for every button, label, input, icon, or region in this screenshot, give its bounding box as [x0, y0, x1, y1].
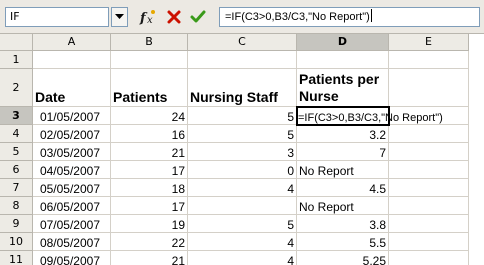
column-header-b[interactable]: B: [111, 34, 188, 51]
cell-b1[interactable]: [111, 51, 188, 69]
cell-a3[interactable]: 01/05/2007: [33, 107, 111, 125]
cell-a11[interactable]: 09/05/2007: [33, 251, 111, 265]
cell-a4[interactable]: 02/05/2007: [33, 125, 111, 143]
cell-b5[interactable]: 21: [111, 143, 188, 161]
cell-c10[interactable]: 4: [188, 233, 297, 251]
cell-d4[interactable]: 3.2: [297, 125, 389, 143]
cell-c4[interactable]: 5: [188, 125, 297, 143]
cell-a8[interactable]: 06/05/2007: [33, 197, 111, 215]
cell-a5[interactable]: 03/05/2007: [33, 143, 111, 161]
cell-b9[interactable]: 19: [111, 215, 188, 233]
cell-a2[interactable]: Date: [33, 69, 111, 107]
row-header-1[interactable]: 1: [0, 51, 33, 69]
column-header-d[interactable]: D: [297, 34, 389, 51]
cell-b7[interactable]: 18: [111, 179, 188, 197]
cell-b4[interactable]: 16: [111, 125, 188, 143]
row-header-10[interactable]: 10: [0, 233, 33, 251]
cell-e10[interactable]: [389, 233, 469, 251]
cell-e9[interactable]: [389, 215, 469, 233]
cell-b2[interactable]: Patients: [111, 69, 188, 107]
cell-a7[interactable]: 05/05/2007: [33, 179, 111, 197]
column-header-e[interactable]: E: [389, 34, 469, 51]
row-header-4[interactable]: 4: [0, 125, 33, 143]
cell-c6[interactable]: 0: [188, 161, 297, 179]
cancel-icon[interactable]: [165, 8, 183, 26]
cell-b3[interactable]: 24: [111, 107, 188, 125]
cell-e11[interactable]: [389, 251, 469, 265]
column-header-a[interactable]: A: [33, 34, 111, 51]
cell-a10[interactable]: 08/05/2007: [33, 233, 111, 251]
text-caret: [370, 9, 372, 22]
cell-d3[interactable]: =IF(C3>0,B3/C3,"No Report"): [296, 106, 443, 126]
cell-a6[interactable]: 04/05/2007: [33, 161, 111, 179]
cell-d10[interactable]: 5.5: [297, 233, 389, 251]
sheet: A B C D E 1 2 Date Patients Nursing Staff Patients…: [0, 34, 484, 265]
cell-e4[interactable]: [389, 125, 469, 143]
row-header-9[interactable]: 9: [0, 215, 33, 233]
cell-a9[interactable]: 07/05/2007: [33, 215, 111, 233]
cell-c1[interactable]: [188, 51, 297, 69]
formula-text: =IF(C3>0,B3/C3,"No Report"): [225, 11, 370, 23]
cell-c3[interactable]: 5: [188, 107, 297, 125]
spreadsheet-grid: A B C D E 1 2 Date Patients Nursing Staff Patients…: [0, 34, 484, 265]
svg-text:x: x: [147, 15, 153, 26]
cell-d2[interactable]: Patients per Nurse: [297, 69, 389, 107]
row-header-7[interactable]: 7: [0, 179, 33, 197]
function-wizard-icon[interactable]: f x: [139, 8, 157, 26]
cell-e8[interactable]: [389, 197, 469, 215]
row-header-6[interactable]: 6: [0, 161, 33, 179]
cell-e2[interactable]: [389, 69, 469, 107]
cell-e6[interactable]: [389, 161, 469, 179]
row-header-5[interactable]: 5: [0, 143, 33, 161]
cell-d6[interactable]: No Report: [297, 161, 389, 179]
cell-d7[interactable]: 4.5: [297, 179, 389, 197]
cell-c2[interactable]: Nursing Staff: [188, 69, 297, 107]
cell-d9[interactable]: 3.8: [297, 215, 389, 233]
row-header-11[interactable]: 11: [0, 251, 33, 265]
row-header-2[interactable]: 2: [0, 69, 33, 107]
cell-b8[interactable]: 17: [111, 197, 188, 215]
row-header-3[interactable]: 3: [0, 107, 33, 125]
name-box[interactable]: IF: [5, 7, 109, 27]
cell-c5[interactable]: 3: [188, 143, 297, 161]
cell-d11[interactable]: 5.25: [297, 251, 389, 265]
cell-d1[interactable]: [297, 51, 389, 69]
chevron-down-icon: [115, 14, 124, 19]
select-all-corner[interactable]: [0, 34, 33, 51]
formula-input[interactable]: =IF(C3>0,B3/C3,"No Report"): [219, 7, 480, 27]
column-header-c[interactable]: C: [188, 34, 297, 51]
cell-b6[interactable]: 17: [111, 161, 188, 179]
cell-c11[interactable]: 4: [188, 251, 297, 265]
cell-e1[interactable]: [389, 51, 469, 69]
cell-b10[interactable]: 22: [111, 233, 188, 251]
cell-e7[interactable]: [389, 179, 469, 197]
cell-d5[interactable]: 7: [297, 143, 389, 161]
cell-e5[interactable]: [389, 143, 469, 161]
cell-c9[interactable]: 5: [188, 215, 297, 233]
cell-b11[interactable]: 21: [111, 251, 188, 265]
cell-d8[interactable]: No Report: [297, 197, 389, 215]
name-box-dropdown[interactable]: [111, 7, 128, 27]
row-header-8[interactable]: 8: [0, 197, 33, 215]
cell-c7[interactable]: 4: [188, 179, 297, 197]
accept-icon[interactable]: [189, 8, 207, 26]
cell-a1[interactable]: [33, 51, 111, 69]
formula-bar: IF f x =IF(C3>0,B3/C3,"No Report"): [0, 0, 484, 34]
cell-c8[interactable]: [188, 197, 297, 215]
